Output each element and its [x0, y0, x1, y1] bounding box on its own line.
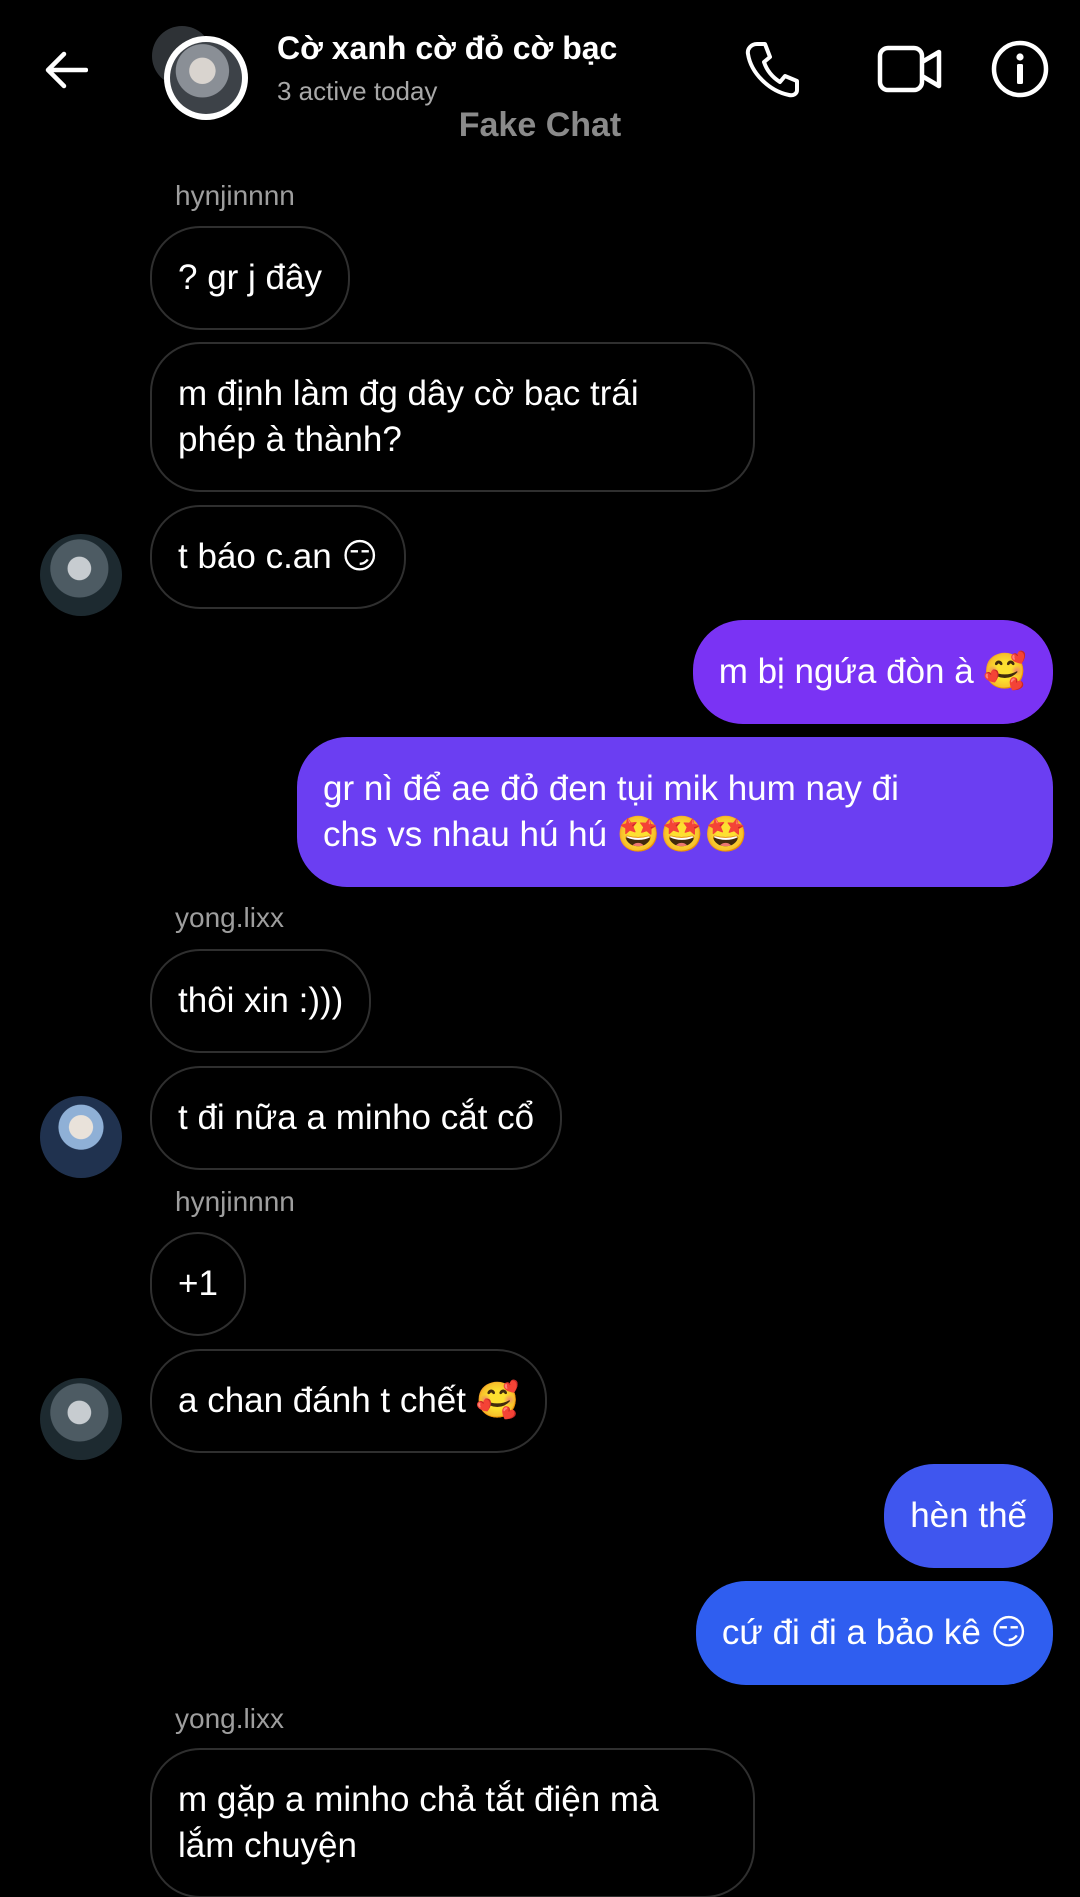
message-bubble-outgoing[interactable]: hèn thế	[884, 1464, 1053, 1568]
message-bubble-outgoing[interactable]: m bị ngứa đòn à 🥰	[692, 620, 1053, 724]
video-camera-icon	[877, 45, 942, 93]
message-bubble-incoming[interactable]: t báo c.an 😏	[150, 505, 406, 609]
message-bubble-incoming[interactable]: thôi xin :)))	[150, 949, 372, 1053]
message-text: ? gr j đây	[178, 258, 322, 297]
message-bubble-incoming[interactable]: ? gr j đây	[150, 226, 350, 330]
member-avatar-front	[164, 36, 248, 120]
message-bubble-outgoing[interactable]: cứ đi đi a bảo kê 😏	[695, 1581, 1053, 1685]
avatar[interactable]	[40, 1096, 122, 1178]
sender-name: hynjinnnn	[175, 180, 295, 211]
message-bubble-incoming[interactable]: +1	[150, 1232, 246, 1336]
message-text: m gặp a minho chả tắt điện mà lắm chuyện	[178, 1780, 659, 1865]
sender-name: hynjinnnn	[175, 1186, 295, 1217]
avatar[interactable]	[40, 1378, 122, 1460]
message-text: m định làm đg dây cờ bạc trái phép à thà…	[178, 374, 639, 459]
active-status: 3 active today	[277, 76, 438, 106]
info-icon	[991, 40, 1049, 98]
chat-title[interactable]: Cờ xanh cờ đỏ cờ bạc	[277, 30, 617, 67]
message-bubble-incoming[interactable]: m gặp a minho chả tắt điện mà lắm chuyện	[150, 1748, 755, 1897]
chat-header: Cờ xanh cờ đỏ cờ bạc 3 active today	[0, 0, 1080, 140]
avatar[interactable]	[40, 534, 122, 616]
message-bubble-outgoing[interactable]: gr nì để ae đỏ đen tụi mik hum nay đi ch…	[297, 737, 1053, 887]
message-text: hèn thế	[910, 1496, 1027, 1535]
sender-name: yong.lixx	[175, 1703, 284, 1734]
message-text: thôi xin :)))	[178, 981, 344, 1020]
message-text: cứ đi đi a bảo kê 😏	[721, 1613, 1027, 1652]
message-text: +1	[178, 1264, 218, 1303]
info-button[interactable]	[984, 36, 1056, 102]
message-text: gr nì để ae đỏ đen tụi mik hum nay đi ch…	[323, 769, 899, 854]
message-bubble-incoming[interactable]: a chan đánh t chết 🥰	[150, 1349, 548, 1453]
message-bubble-incoming[interactable]: m định làm đg dây cờ bạc trái phép à thà…	[150, 342, 755, 492]
message-text: t đi nữa a minho cắt cổ	[178, 1098, 535, 1137]
group-avatar[interactable]	[150, 24, 248, 120]
phone-icon	[745, 42, 799, 98]
message-text: a chan đánh t chết 🥰	[178, 1381, 520, 1420]
call-button[interactable]	[736, 36, 808, 102]
video-call-button[interactable]	[860, 36, 960, 102]
message-bubble-incoming[interactable]: t đi nữa a minho cắt cổ	[150, 1066, 563, 1170]
sender-name: yong.lixx	[175, 902, 284, 933]
back-button[interactable]	[36, 40, 96, 100]
message-text: m bị ngứa đòn à 🥰	[718, 652, 1027, 691]
arrow-left-icon	[45, 51, 88, 89]
message-text: t báo c.an 😏	[178, 537, 378, 576]
